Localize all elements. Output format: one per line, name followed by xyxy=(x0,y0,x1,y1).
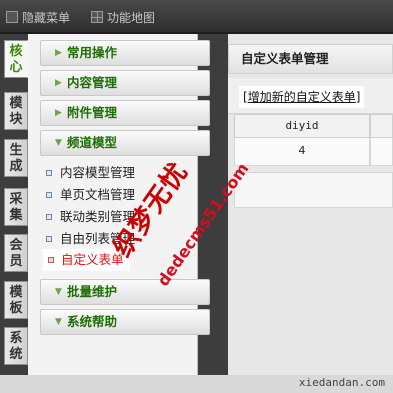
bullet-icon xyxy=(46,214,52,220)
bullet-icon xyxy=(48,257,54,263)
site-map-label: 功能地图 xyxy=(107,11,156,25)
menu-item-single-page[interactable]: 单页文档管理 xyxy=(46,185,135,205)
top-bar: 隐藏菜单 功能地图 xyxy=(0,0,393,34)
hide-menu-button[interactable]: 隐藏菜单 xyxy=(6,9,70,27)
tab-members[interactable]: 会员 xyxy=(4,234,28,272)
add-form-link-wrapper: [增加新的自定义表单] xyxy=(239,86,365,108)
menu-section-content[interactable]: ▶ 内容管理 xyxy=(40,70,210,96)
section-label: 频道模型 xyxy=(67,135,118,150)
bullet-icon xyxy=(46,236,52,242)
menu-item-label: 自定义表单 xyxy=(61,252,124,267)
menu-section-channel-model[interactable]: ▼ 频道模型 xyxy=(40,130,210,156)
bullet-icon xyxy=(46,170,52,176)
tab-system[interactable]: 系统 xyxy=(4,327,28,365)
table-header-next xyxy=(370,114,393,138)
menu-item-label: 内容模型管理 xyxy=(60,165,136,180)
tab-collect[interactable]: 采集 xyxy=(4,188,28,226)
menu-section-attachments[interactable]: ▶ 附件管理 xyxy=(40,100,210,126)
chevron-down-icon: ▼ xyxy=(55,317,62,327)
tab-generate[interactable]: 生成 xyxy=(4,139,28,177)
grid-icon xyxy=(91,11,103,23)
table-cell-next xyxy=(370,138,393,166)
chevron-right-icon: ▶ xyxy=(55,108,62,118)
bullet-icon xyxy=(46,192,52,198)
chevron-down-icon: ▼ xyxy=(55,287,62,297)
tab-modules[interactable]: 模块 xyxy=(4,92,28,130)
section-label: 批量维护 xyxy=(67,284,118,299)
menu-section-help[interactable]: ▼ 系统帮助 xyxy=(40,309,210,335)
module-tabs: 核心 模块 生成 采集 会员 模板 系统 xyxy=(4,40,28,376)
site-map-button[interactable]: 功能地图 xyxy=(91,9,155,27)
footer-site: xiedandan.com xyxy=(298,376,385,389)
section-label: 内容管理 xyxy=(67,75,118,90)
tab-core[interactable]: 核心 xyxy=(4,40,28,78)
main-content: 自定义表单管理 [增加新的自定义表单] diyid 4 xyxy=(228,34,393,375)
menu-section-common[interactable]: ▶ 常用操作 xyxy=(40,40,210,66)
section-label: 常用操作 xyxy=(67,45,118,60)
footer-bar: xiedandan.com xyxy=(0,375,393,393)
chevron-down-icon: ▼ xyxy=(55,138,62,148)
menu-item-label: 单页文档管理 xyxy=(60,187,136,202)
menu-item-content-model[interactable]: 内容模型管理 xyxy=(46,163,135,183)
section-label: 系统帮助 xyxy=(67,314,118,329)
tab-templates[interactable]: 模板 xyxy=(4,281,28,319)
table-cell-diyid: 4 xyxy=(234,138,370,166)
add-form-link[interactable]: 增加新的自定义表单 xyxy=(248,90,356,104)
content-toolbar: [增加新的自定义表单] xyxy=(228,78,393,114)
page-title: 自定义表单管理 xyxy=(228,44,393,74)
chevron-right-icon: ▶ xyxy=(55,78,62,88)
table-footer-row xyxy=(234,172,393,208)
section-label: 附件管理 xyxy=(67,105,118,120)
menu-section-batch[interactable]: ▼ 批量维护 xyxy=(40,279,210,305)
table-header-diyid: diyid xyxy=(234,114,370,138)
chevron-right-icon: ▶ xyxy=(55,48,62,58)
hide-menu-label: 隐藏菜单 xyxy=(22,11,71,25)
bracket-close: ] xyxy=(355,90,361,104)
hide-menu-icon xyxy=(6,11,18,23)
